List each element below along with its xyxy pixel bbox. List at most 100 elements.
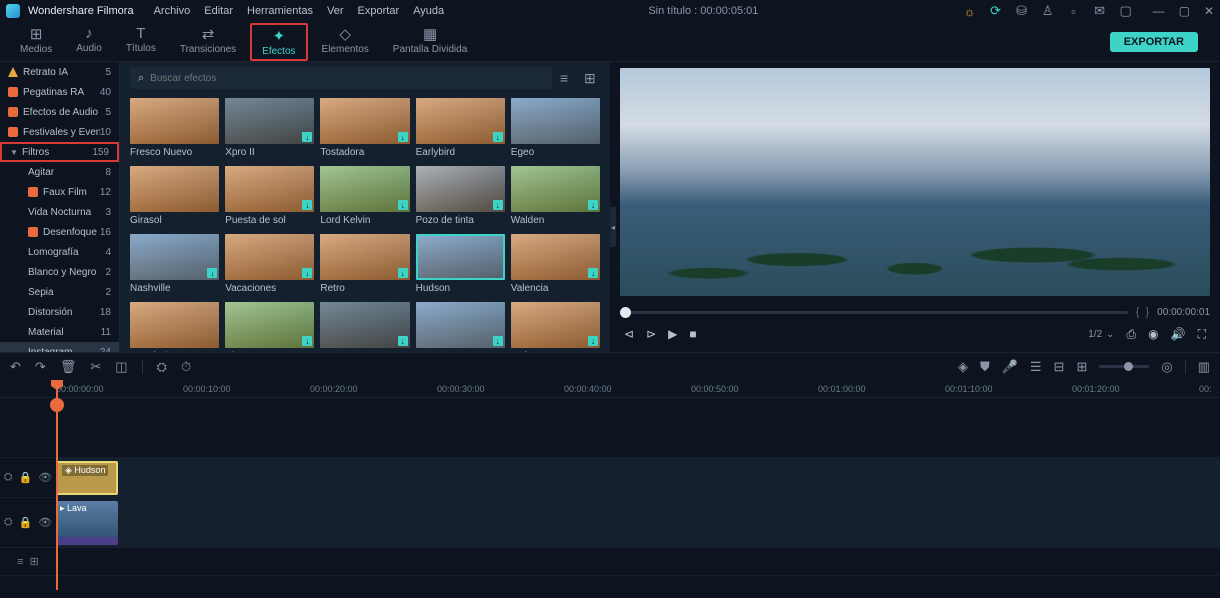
filter-earlybird[interactable]: ↓Earlybird	[416, 98, 505, 158]
prev-frame-button[interactable]: ⊲	[624, 327, 634, 341]
speed-icon[interactable]: ⏱	[181, 359, 191, 375]
filter-girasol[interactable]: Girasol	[130, 166, 219, 226]
minimize-button[interactable]: —	[1153, 4, 1165, 18]
fullscreen-icon[interactable]: ⛶	[1198, 327, 1206, 342]
video-clip[interactable]: ▸ Lava	[56, 501, 118, 545]
filter-hefe[interactable]: ↓Hefe	[511, 302, 600, 352]
filter-egeo[interactable]: Egeo	[511, 98, 600, 158]
timeline-ruler[interactable]: 00:00:00:0000:00:10:0000:00:20:0000:00:3…	[0, 380, 1220, 398]
next-frame-button[interactable]: ⊳	[646, 327, 656, 341]
mixer-icon[interactable]: ☰	[1030, 359, 1042, 375]
fit-icon[interactable]: ◎	[1161, 359, 1172, 375]
grid-view-icon[interactable]: ⊞	[584, 70, 600, 86]
tab-medios[interactable]: ⊞Medios	[10, 23, 62, 61]
track-body[interactable]: ▸ Lava	[56, 498, 1220, 547]
crop-icon[interactable]: ◫	[115, 359, 127, 375]
filter-xpro-ii[interactable]: ↓Xpro II	[225, 98, 314, 158]
adjust-icon[interactable]: ⛭	[157, 359, 167, 375]
redo-icon[interactable]: ↷	[35, 359, 46, 375]
delete-icon[interactable]: 🗑	[60, 359, 77, 375]
menu-archivo[interactable]: Archivo	[154, 5, 191, 17]
scrub-handle[interactable]	[620, 307, 631, 318]
zoom-in-icon[interactable]: ⊞	[1076, 359, 1087, 375]
play-button[interactable]: ▶	[668, 327, 677, 341]
filter-tostadora[interactable]: ↓Tostadora	[320, 98, 409, 158]
capture-icon[interactable]: ◉	[1148, 327, 1158, 341]
menu-ver[interactable]: Ver	[327, 5, 344, 17]
tab-títulos[interactable]: TTítulos	[116, 23, 166, 61]
maximize-button[interactable]: ▢	[1179, 4, 1190, 18]
scrub-track[interactable]	[620, 311, 1128, 314]
track-body[interactable]: ◈ Hudson	[56, 458, 1220, 497]
shield-icon[interactable]: ⛊	[980, 359, 990, 375]
filter-nashville[interactable]: ↓Nashville	[130, 234, 219, 294]
filter-hudson[interactable]: Hudson	[416, 234, 505, 294]
add-track-icon[interactable]: ≡	[17, 556, 23, 568]
lightbulb-icon[interactable]: ☼	[963, 4, 977, 18]
filter-clip[interactable]: ◈ Hudson	[56, 461, 118, 495]
filter-pozo-de-tinta[interactable]: ↓Pozo de tinta	[416, 166, 505, 226]
sidebar-item-pegatinas-ra[interactable]: Pegatinas RA40	[0, 82, 119, 102]
export-button[interactable]: EXPORTAR	[1110, 32, 1198, 52]
search-box[interactable]: ⌕	[130, 67, 552, 89]
menu-ayuda[interactable]: Ayuda	[413, 5, 444, 17]
filter-sierra[interactable]: ↓Sierra	[225, 302, 314, 352]
close-button[interactable]: ✕	[1204, 4, 1214, 18]
search-input[interactable]	[150, 73, 544, 84]
filter-walden[interactable]: ↓Walden	[511, 166, 600, 226]
settings-icon[interactable]: ▥	[1198, 359, 1210, 375]
eye-icon[interactable]: 👁	[38, 516, 52, 529]
sidebar-item-retrato-ia[interactable]: Retrato IA5	[0, 62, 119, 82]
mail-icon[interactable]: ✉	[1093, 4, 1107, 18]
marker-icon[interactable]: ◈	[958, 359, 968, 375]
manage-icon[interactable]: ⊞	[30, 555, 39, 568]
sidebar-item-filtros[interactable]: ▼Filtros159	[0, 142, 119, 162]
filter-vacaciones[interactable]: ↓Vacaciones	[225, 234, 314, 294]
collapse-library-button[interactable]: ◂	[610, 207, 616, 247]
user-icon[interactable]: ♙	[1041, 4, 1055, 18]
save-icon[interactable]: ▫	[1067, 4, 1081, 18]
tab-efectos[interactable]: ✦Efectos	[250, 23, 307, 61]
eye-icon[interactable]: 👁	[38, 471, 52, 484]
track-settings-icon[interactable]: ⛭	[4, 516, 13, 529]
filter-lomo[interactable]: ↓Lomo	[416, 302, 505, 352]
tab-transiciones[interactable]: ⇄Transiciones	[170, 23, 246, 61]
filter-puesta-de-sol[interactable]: ↓Puesta de sol	[225, 166, 314, 226]
filter-lord-kelvin[interactable]: ↓Lord Kelvin	[320, 166, 409, 226]
track-settings-icon[interactable]: ⛭	[4, 471, 13, 484]
sidebar-item-faux-film[interactable]: Faux Film12	[0, 182, 119, 202]
lock-icon[interactable]: 🔒	[19, 516, 33, 529]
volume-icon[interactable]: 🔊	[1171, 327, 1186, 341]
filter-retro[interactable]: ↓Retro	[320, 234, 409, 294]
sidebar-item-distorsión[interactable]: Distorsión18	[0, 302, 119, 322]
track-body[interactable]	[56, 398, 1220, 457]
sidebar-item-agitar[interactable]: Agitar8	[0, 162, 119, 182]
menu-herramientas[interactable]: Herramientas	[247, 5, 313, 17]
sidebar-item-blanco-y-negro[interactable]: Blanco y Negro2	[0, 262, 119, 282]
sort-icon[interactable]: ≡	[560, 70, 576, 86]
playhead[interactable]	[56, 380, 58, 590]
tab-audio[interactable]: ♪Audio	[66, 23, 112, 61]
undo-icon[interactable]: ↶	[10, 359, 21, 375]
sidebar-item-vida-nocturna[interactable]: Vida Nocturna3	[0, 202, 119, 222]
track-body[interactable]	[56, 548, 1220, 575]
mic-icon[interactable]: 🎤	[1002, 359, 1018, 375]
refresh-icon[interactable]: ⟳	[989, 4, 1003, 18]
filter-brannan[interactable]: ↓Brannan	[320, 302, 409, 352]
sidebar-item-instagram[interactable]: Instagram24	[0, 342, 119, 352]
sidebar-item-efectos-de-audio[interactable]: Efectos de Audio5	[0, 102, 119, 122]
zoom-slider[interactable]	[1099, 365, 1149, 368]
message-icon[interactable]: ▢	[1119, 4, 1133, 18]
zoom-ratio[interactable]: 1/2⌄	[1088, 329, 1114, 340]
sidebar-item-material[interactable]: Material11	[0, 322, 119, 342]
menu-exportar[interactable]: Exportar	[358, 5, 400, 17]
menu-editar[interactable]: Editar	[204, 5, 233, 17]
sidebar-item-sepia[interactable]: Sepia2	[0, 282, 119, 302]
split-icon[interactable]: ✂	[90, 359, 101, 375]
filter-romántico[interactable]: Romántico	[130, 302, 219, 352]
filter-fresco-nuevo[interactable]: Fresco Nuevo	[130, 98, 219, 158]
preview-canvas[interactable]	[620, 68, 1210, 296]
tab-elementos[interactable]: ◇Elementos	[312, 23, 379, 61]
snapshot-icon[interactable]: ⎙	[1127, 327, 1137, 342]
sidebar-item-festivales-y-eventos[interactable]: Festivales y Eventos10	[0, 122, 119, 142]
